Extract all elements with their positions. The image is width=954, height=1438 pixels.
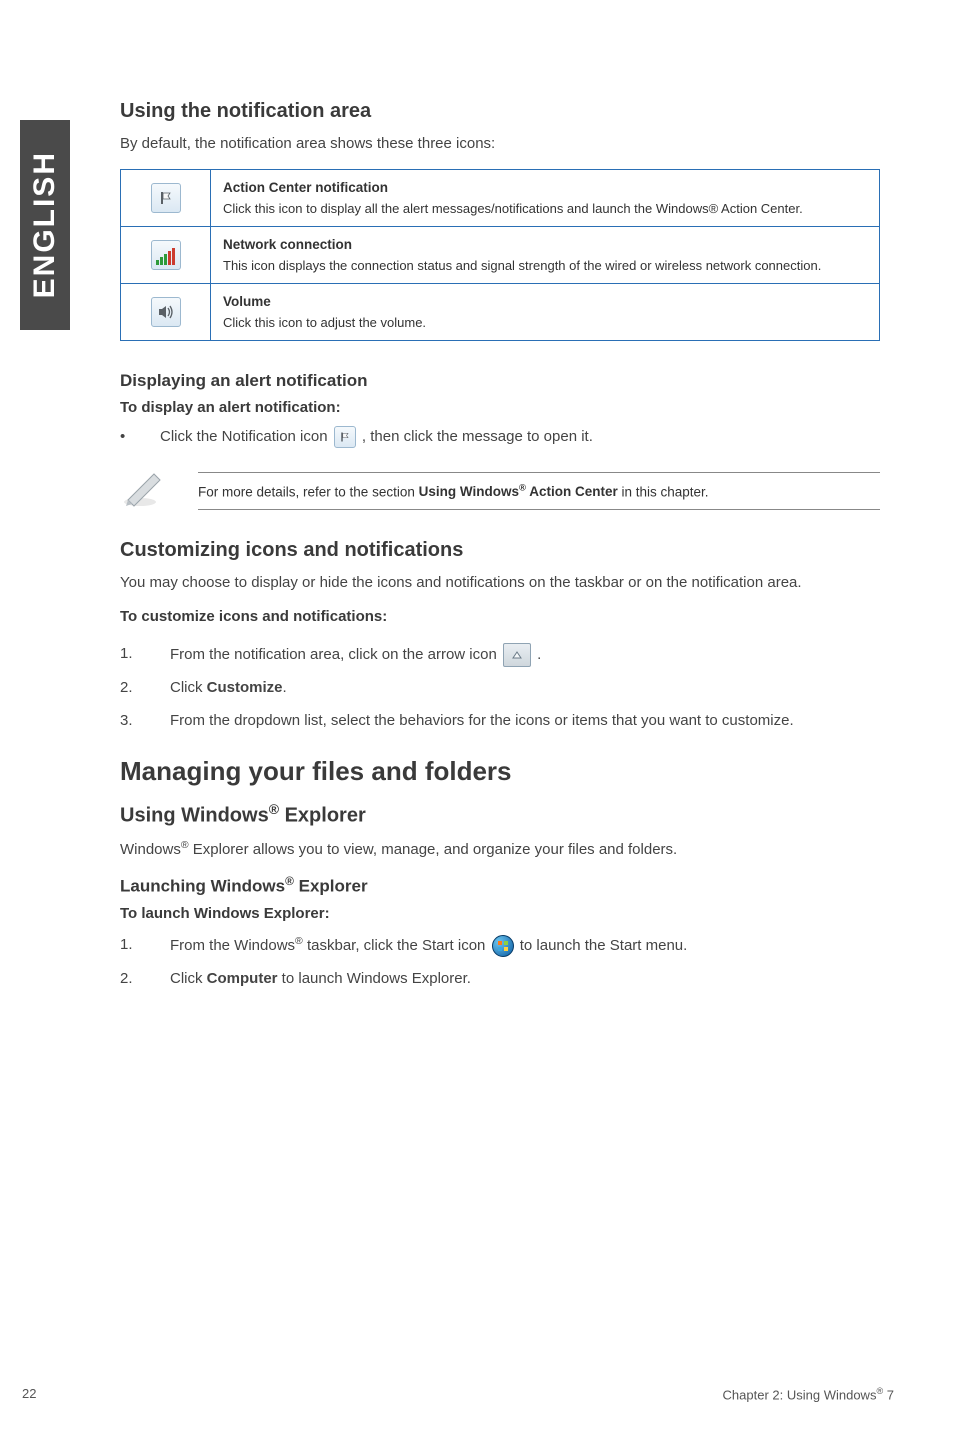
step-text-pre: From the notification area, click on the… (170, 646, 501, 663)
step-text: From the dropdown list, select the behav… (170, 712, 794, 729)
heading-managing-files: Managing your files and folders (120, 756, 880, 787)
bullet-click-notification: Click the Notification icon , then click… (120, 426, 880, 449)
note-bold2: Action Center (526, 484, 618, 499)
step-number: 1. (120, 643, 133, 666)
step-pre: Click (170, 970, 207, 987)
footer-pre: Chapter 2: Using Windows (723, 1387, 877, 1402)
heading-using-explorer: Using Windows® Explorer (120, 801, 880, 828)
language-tab: ENGLISH (20, 120, 70, 330)
step-text-post: . (537, 646, 541, 663)
row-desc: Click this icon to adjust the volume. (223, 315, 426, 330)
start-orb-icon (492, 935, 514, 957)
footer-right: Chapter 2: Using Windows® 7 (723, 1386, 894, 1402)
note-pre: For more details, refer to the section (198, 484, 419, 499)
step-bold: Computer (207, 970, 278, 987)
heading-launching-explorer: Launching Windows® Explorer (120, 874, 880, 897)
note-post: in this chapter. (618, 484, 709, 499)
page-number: 22 (22, 1386, 36, 1402)
step-text-pre: Click (170, 679, 207, 696)
desc-cell: Volume Click this icon to adjust the vol… (211, 283, 880, 340)
heading-notification-area: Using the notification area (120, 100, 880, 123)
volume-icon (151, 297, 181, 327)
table-row: Action Center notification Click this ic… (121, 169, 880, 226)
subheading-launching-explorer: To launch Windows Explorer: (120, 905, 880, 922)
step-bold: Customize (207, 679, 283, 696)
step-number: 2. (120, 677, 133, 700)
note-block: For more details, refer to the section U… (120, 468, 880, 513)
note-sup: ® (519, 483, 526, 494)
row-title: Action Center notification (223, 180, 867, 195)
step-number: 1. (120, 934, 133, 957)
step-item: 3. From the dropdown list, select the be… (120, 710, 880, 733)
icon-cell (121, 226, 211, 283)
arrow-up-icon (503, 643, 531, 667)
intro-post: Explorer allows you to view, manage, and… (189, 841, 678, 858)
network-icon (151, 240, 181, 270)
intro-customizing: You may choose to display or hide the ic… (120, 572, 880, 594)
step-item: 1. From the notification area, click on … (120, 643, 880, 667)
notification-flag-icon (334, 426, 356, 448)
desc-cell: Action Center notification Click this ic… (211, 169, 880, 226)
desc-cell: Network connection This icon displays th… (211, 226, 880, 283)
icon-cell (121, 283, 211, 340)
step-sup: ® (295, 935, 303, 947)
heading-post: Explorer (279, 805, 366, 827)
step-number: 3. (120, 710, 133, 733)
step-item: 2. Click Customize. (120, 677, 880, 700)
pencil-icon (120, 468, 168, 513)
bullet-text-post: , then click the message to open it. (362, 428, 593, 445)
heading-pre: Launching Windows (120, 877, 285, 896)
intro-pre: Windows (120, 841, 181, 858)
heading-sup: ® (269, 801, 279, 817)
icon-cell (121, 169, 211, 226)
step-pre2: taskbar, click the Start icon (303, 937, 490, 954)
step-number: 2. (120, 968, 133, 991)
note-text: For more details, refer to the section U… (198, 472, 880, 511)
bullet-text-pre: Click the Notification icon (160, 428, 332, 445)
step-post: to launch Windows Explorer. (278, 970, 471, 987)
intro-notification-area: By default, the notification area shows … (120, 133, 880, 155)
heading-customizing: Customizing icons and notifications (120, 539, 880, 562)
row-title: Volume (223, 294, 867, 309)
row-title: Network connection (223, 237, 867, 252)
table-row: Network connection This icon displays th… (121, 226, 880, 283)
heading-post: Explorer (294, 877, 368, 896)
subheading-customizing: To customize icons and notifications: (120, 608, 880, 625)
step-pre1: From the Windows (170, 937, 295, 954)
intro-using-explorer: Windows® Explorer allows you to view, ma… (120, 838, 880, 861)
language-tab-label: ENGLISH (28, 151, 62, 298)
intro-sup: ® (181, 839, 189, 851)
heading-sup: ® (285, 874, 294, 888)
subheading-alert-notification: To display an alert notification: (120, 399, 880, 416)
step-item: 1. From the Windows® taskbar, click the … (120, 934, 880, 958)
step-item: 2. Click Computer to launch Windows Expl… (120, 968, 880, 991)
notification-icons-table: Action Center notification Click this ic… (120, 169, 880, 341)
row-desc: Click this icon to display all the alert… (223, 201, 803, 216)
table-row: Volume Click this icon to adjust the vol… (121, 283, 880, 340)
footer-post: 7 (883, 1387, 894, 1402)
step-post: to launch the Start menu. (520, 937, 688, 954)
main-content: Using the notification area By default, … (120, 100, 880, 1000)
heading-pre: Using Windows (120, 805, 269, 827)
step-text-post: . (283, 679, 287, 696)
note-bold1: Using Windows (419, 484, 519, 499)
heading-alert-notification: Displaying an alert notification (120, 371, 880, 391)
page-footer: 22 Chapter 2: Using Windows® 7 (22, 1386, 894, 1402)
row-desc: This icon displays the connection status… (223, 258, 821, 273)
action-center-icon (151, 183, 181, 213)
